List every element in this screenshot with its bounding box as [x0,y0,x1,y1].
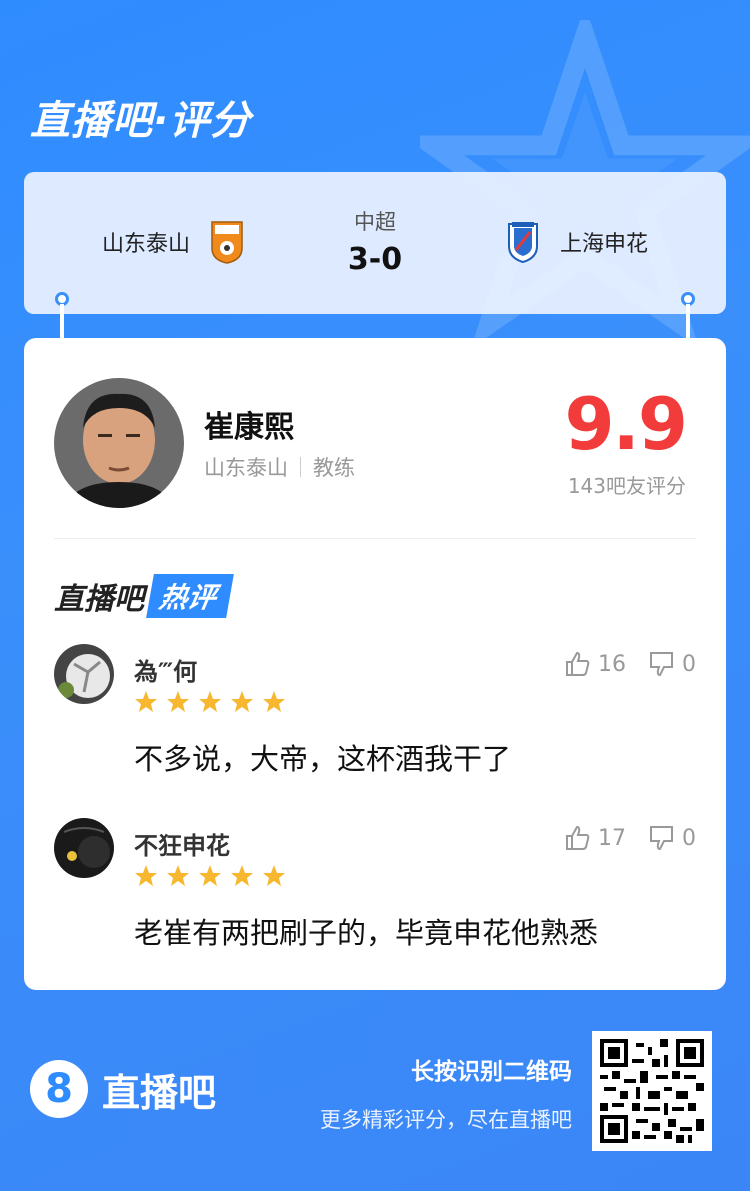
star-icon [167,691,189,712]
thumb-up-icon [566,825,590,850]
rating-card: 崔康熙 山东泰山 教练 9.9 143吧友评分 直播吧 热评 為‴何 16 0 … [24,338,726,990]
star-icon [263,691,285,712]
player-meta: 山东泰山 教练 [204,452,355,482]
dislike-button[interactable]: 0 [648,824,696,852]
logo-badge-icon: 8 [30,1060,88,1118]
qr-title: 长按识别二维码 [411,1059,572,1085]
star-icon [263,865,285,886]
like-button[interactable]: 16 [564,650,626,678]
comment-username: 不狂申花 [134,832,230,860]
comment-actions: 16 0 [564,650,696,678]
away-team: 上海申花 [506,220,648,264]
star-icon [231,691,253,712]
brand-title: 直播吧·评分 [30,98,252,144]
player-role: 教练 [313,456,355,480]
thumb-down-icon [650,652,673,677]
comment-stars [134,864,286,888]
away-team-name: 上海申花 [559,232,648,257]
star-icon [135,865,157,886]
qr-code-icon[interactable] [592,1031,712,1151]
comment-text: 老崔有两把刷子的，毕竟申花他熟悉 [134,916,599,950]
thumb-down-icon [650,826,673,851]
comment-text: 不多说，大帝，这杯酒我干了 [134,742,512,776]
divider [54,538,696,539]
hot-comments-heading: 直播吧 热评 [54,574,234,618]
comment-item: 為‴何 16 0 不多说，大帝，这杯酒我干了 [54,644,696,794]
comment-avatar[interactable] [54,644,114,704]
comment-username: 為‴何 [134,658,198,686]
player-rating: 9.9 [564,382,688,466]
like-button[interactable]: 17 [564,824,626,852]
comment-stars [134,690,286,714]
meta-separator [300,457,301,477]
logo-text: 直播吧 [102,1070,217,1115]
like-count: 16 [598,651,626,677]
star-icon [135,691,157,712]
away-team-crest-icon [507,222,538,264]
star-icon [199,691,221,712]
match-card: 山东泰山 中超 3-0 上海申花 [24,172,726,314]
hot-comments-badge: 热评 [146,574,234,618]
dislike-count: 0 [682,825,696,851]
comment-actions: 17 0 [564,824,696,852]
star-icon [167,865,189,886]
dislike-button[interactable]: 0 [648,650,696,678]
comment-avatar[interactable] [54,818,114,878]
star-icon [199,865,221,886]
comment-item: 不狂申花 17 0 老崔有两把刷子的，毕竟申花他熟悉 [54,818,696,968]
qr-hint: 长按识别二维码 更多精彩评分，尽在直播吧 [320,1052,572,1134]
star-icon [231,865,253,886]
thumb-up-icon [566,651,590,676]
dislike-count: 0 [682,651,696,677]
player-team: 山东泰山 [204,456,288,480]
qr-subtitle: 更多精彩评分，尽在直播吧 [320,1108,572,1132]
footer-logo: 8 直播吧 [30,1060,216,1118]
player-name: 崔康熙 [204,410,294,445]
rating-count: 143吧友评分 [567,474,686,498]
player-avatar [54,378,184,508]
like-count: 17 [598,825,626,851]
hot-comments-brand: 直播吧 [54,582,144,617]
